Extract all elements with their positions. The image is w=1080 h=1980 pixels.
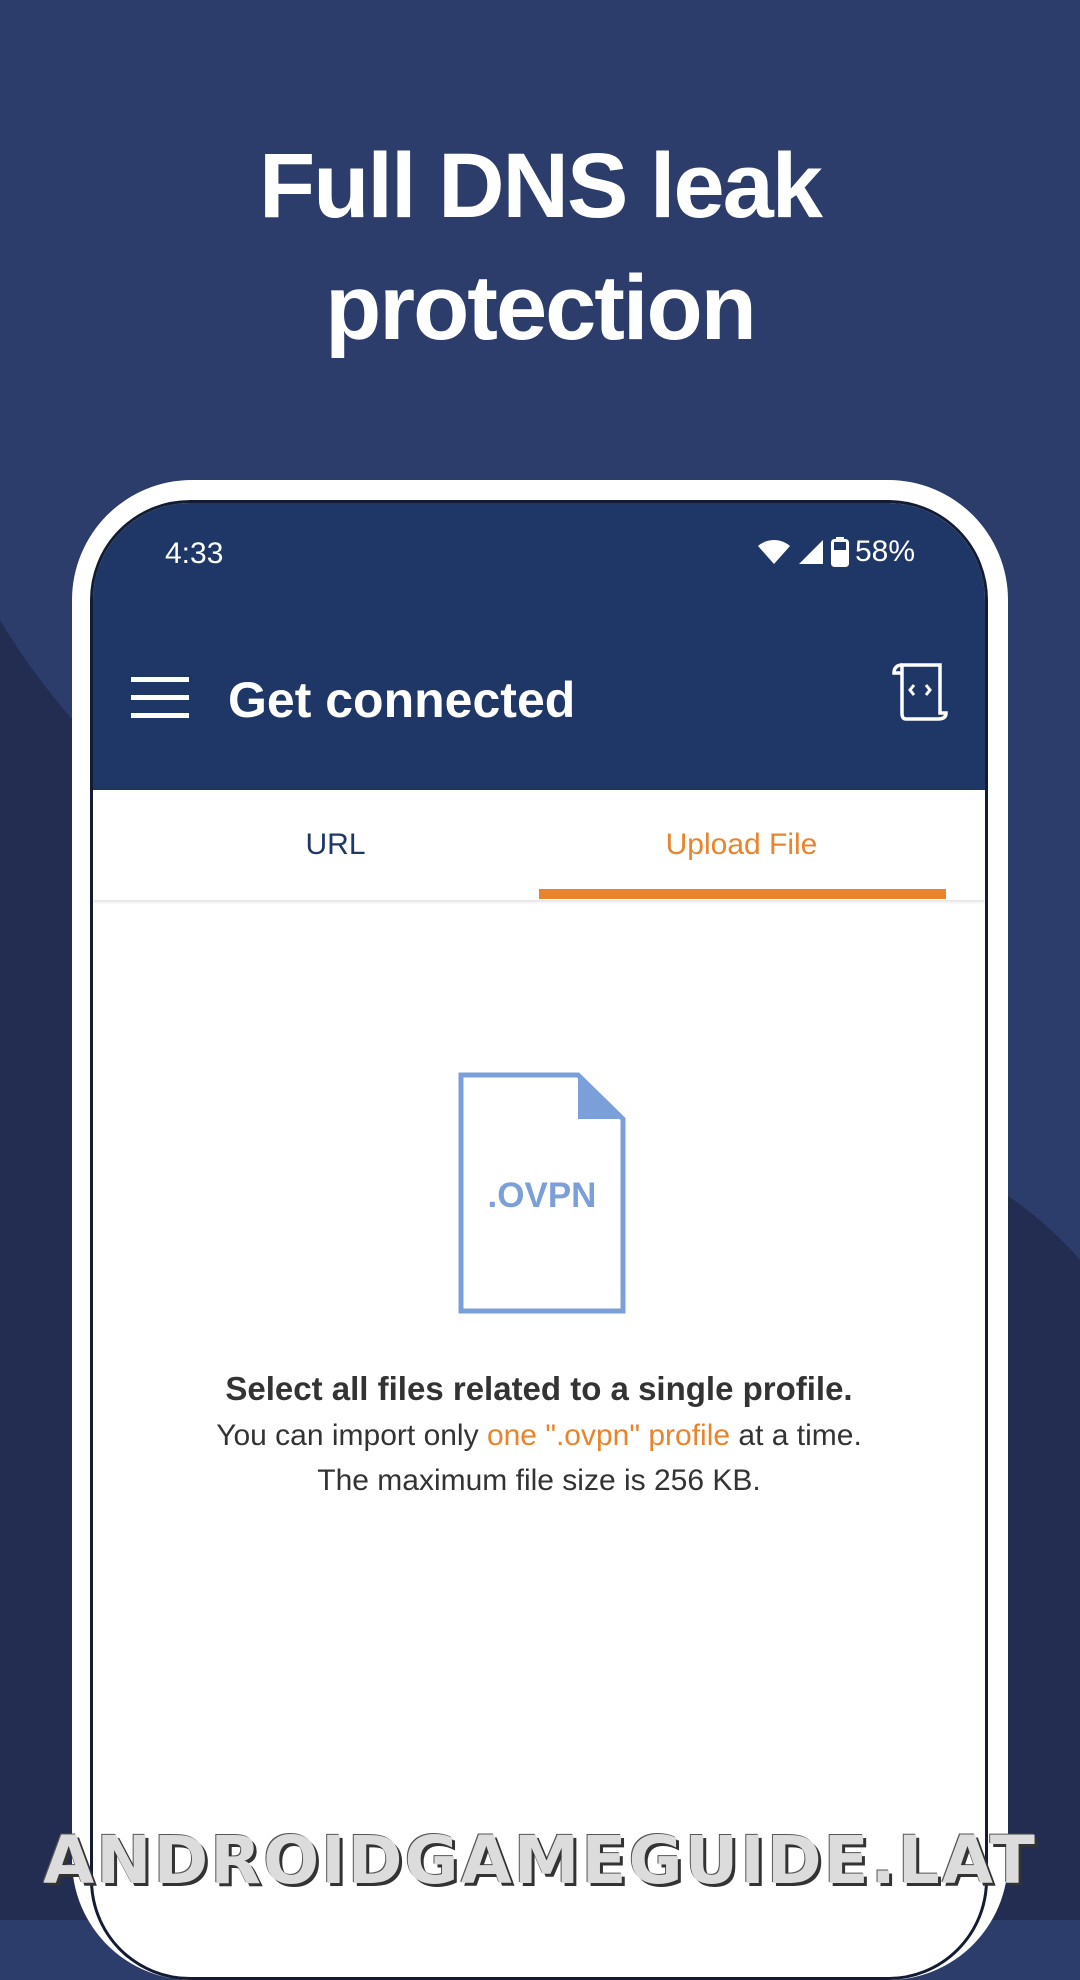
watermark: ANDROIDGAMEGUIDE.LAT <box>43 1822 1037 1899</box>
phone-screen: 4:33 58% Get connected URL Upload File .… <box>90 500 988 1980</box>
tab-url[interactable]: URL <box>133 790 538 900</box>
selected-tab-indicator <box>539 889 946 899</box>
status-icons: 58% <box>757 535 915 569</box>
toolbar: Get connected <box>93 653 985 753</box>
battery-percent: 58% <box>854 535 915 568</box>
headline: Full DNS leak protection <box>0 125 1080 369</box>
signal-icon <box>798 540 823 564</box>
hamburger-menu-icon[interactable] <box>131 675 189 721</box>
wifi-icon <box>757 540 790 564</box>
battery-icon <box>830 537 849 567</box>
status-bar: 4:33 58% <box>93 531 985 581</box>
headline-line-2: protection <box>325 257 757 359</box>
profile-highlight: one ".ovpn" profile <box>486 1419 731 1452</box>
ovpn-file-label: .OVPN <box>488 1176 597 1215</box>
tab-upload-file[interactable]: Upload File <box>539 790 944 900</box>
script-scroll-icon[interactable] <box>890 661 950 721</box>
upload-instructions: Select all files related to a single pro… <box>93 1365 985 1503</box>
instructions-line-3: The maximum file size is 256 KB. <box>317 1464 761 1497</box>
tab-bar: URL Upload File <box>93 790 985 900</box>
instructions-heading: Select all files related to a single pro… <box>225 1370 853 1407</box>
app-bar: 4:33 58% Get connected <box>93 503 985 790</box>
status-time: 4:33 <box>165 537 224 570</box>
headline-line-1: Full DNS leak <box>259 135 823 237</box>
page-title: Get connected <box>228 672 576 728</box>
instructions-line-2: You can import only one ".ovpn" profile … <box>216 1419 862 1452</box>
ovpn-file-icon[interactable]: .OVPN <box>457 1071 627 1315</box>
